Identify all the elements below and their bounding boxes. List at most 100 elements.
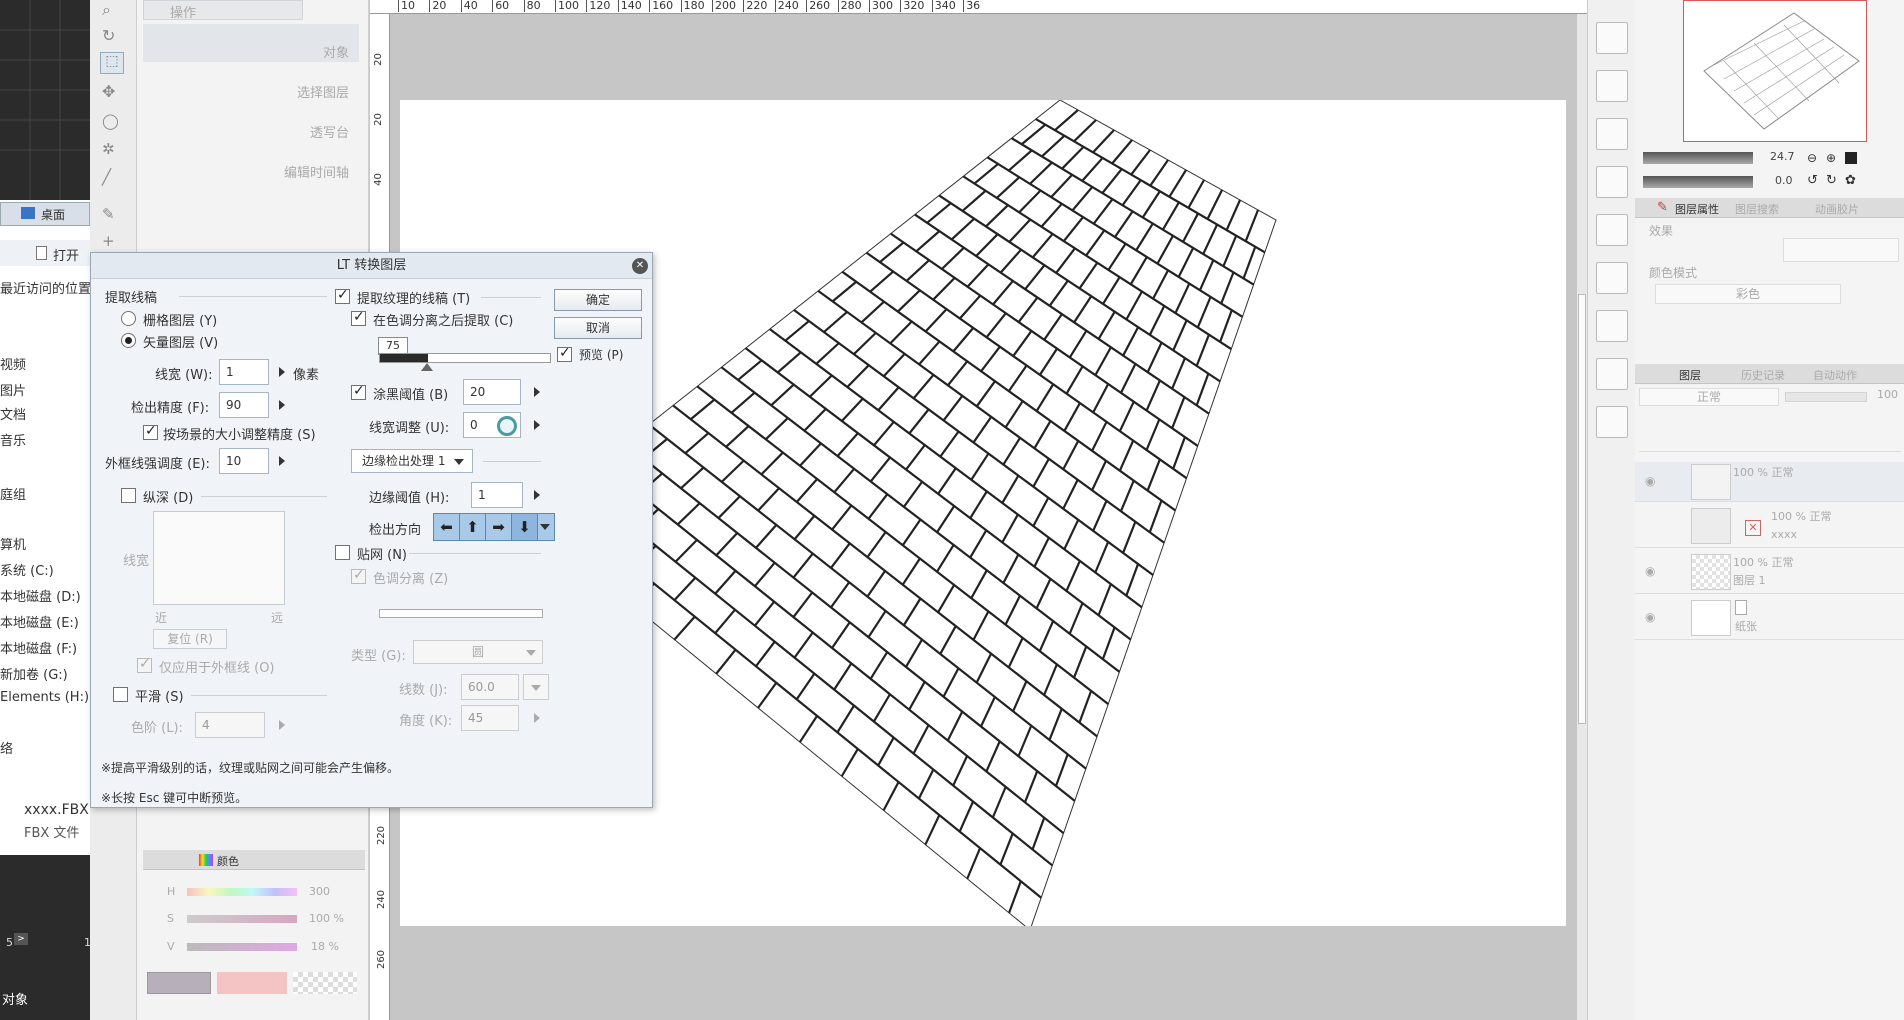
tab-animation-cels[interactable]: 动画胶片 [1815,201,1859,217]
threshold-slider[interactable] [379,353,551,363]
explorer-nav-item[interactable]: 本地磁盘 (F:) [0,638,77,657]
reset-rotate-icon[interactable]: ✿ [1845,173,1856,188]
reset-button[interactable]: 复位 (R) [153,629,227,649]
levels-spin-icon[interactable] [279,720,285,730]
lw-adjust-spin-icon[interactable] [534,420,540,430]
hue-slider[interactable] [187,888,297,896]
effect-buttons[interactable] [1783,238,1899,262]
after-posterize-checkbox[interactable] [351,309,366,326]
layer-row[interactable]: ◉ 100 % 正常 [1635,462,1904,502]
move-icon[interactable]: ✥ [102,82,124,102]
eyedropper-icon[interactable]: ╱ [102,168,124,188]
file-name[interactable]: xxxx.FBX [24,802,89,818]
explorer-nav-item[interactable]: 最近访问的位置 [0,278,90,297]
preview-checkbox[interactable] [557,345,572,362]
type-select[interactable]: 圆 [413,640,543,664]
tab-layer-search[interactable]: 图层搜索 [1735,201,1779,217]
cancel-button[interactable]: 取消 [554,317,642,339]
vector-radio[interactable] [121,333,136,348]
fit-icon[interactable] [1845,152,1857,164]
raster-radio[interactable] [121,311,136,326]
subtool-select-layer[interactable]: 选择图层 [143,64,359,102]
explorer-nav-item[interactable]: 视频 [0,354,26,373]
subtool-object[interactable]: 对象 [143,24,359,62]
navigator-icon[interactable] [1596,22,1628,54]
tab-history[interactable]: 历史记录 [1741,367,1785,383]
line-width-input[interactable]: 1 [219,359,269,385]
saturation-slider[interactable] [187,915,297,923]
navigator-preview[interactable] [1683,0,1867,142]
eye-icon[interactable]: ◉ [1645,610,1655,624]
line-width-spin-icon[interactable] [279,367,285,377]
material-icon[interactable] [1596,118,1628,150]
rotate-left-icon[interactable]: ↺ [1807,173,1818,188]
explorer-nav-item[interactable]: 算机 [0,534,26,553]
tab-layers[interactable]: 图层 [1679,367,1701,383]
lines-dropdown[interactable] [523,674,549,700]
layer-row[interactable]: ◉ 纸张 [1635,596,1904,640]
vertical-scrollbar[interactable] [1577,14,1587,1020]
outline-spin-icon[interactable] [279,456,285,466]
3d-icon[interactable] [1596,358,1628,390]
arrow-down-icon[interactable]: ⬇ [512,514,538,540]
texture-lines-checkbox[interactable] [335,287,350,304]
subtool-timeline[interactable]: 编辑时间轴 [143,144,359,182]
depth-checkbox[interactable] [121,488,136,503]
color-wheel-icon[interactable] [199,854,213,866]
rotate-slider[interactable] [1643,176,1753,188]
smooth-checkbox[interactable] [113,687,128,702]
explorer-nav-item[interactable]: 音乐 [0,430,26,449]
zoom-in-icon[interactable]: ⊕ [1826,151,1836,165]
open-button[interactable]: 打开 [0,240,90,266]
location-bar[interactable]: 桌面 [0,202,90,226]
black-threshold-spin-icon[interactable] [534,387,540,397]
black-threshold-checkbox[interactable] [351,383,366,400]
layer-toolbar[interactable] [1639,412,1901,452]
lw-adjust-dial-icon[interactable] [497,416,517,436]
rotate-right-icon[interactable]: ↻ [1826,173,1837,188]
image-material-icon[interactable] [1596,262,1628,294]
edge-threshold-spin-icon[interactable] [534,490,540,500]
history-icon[interactable] [1596,214,1628,246]
rotate-icon[interactable]: ↻ [102,26,124,46]
play-icon[interactable]: > [14,933,28,945]
arrow-right-icon[interactable]: ➡ [486,514,512,540]
arrow-left-icon[interactable]: ⬅ [434,514,460,540]
angle-spin-icon[interactable] [534,713,540,723]
explorer-nav-item[interactable]: 图片 [0,380,26,399]
layer-property-icon[interactable] [1596,166,1628,198]
explorer-nav-item[interactable]: 本地磁盘 (E:) [0,612,79,631]
eye-icon[interactable]: ◉ [1645,564,1655,578]
color-tab[interactable]: 颜色 [217,853,239,869]
explorer-nav-item[interactable]: 庭组 [0,484,26,503]
posterize-checkbox[interactable] [351,567,366,584]
zoom-out-icon[interactable]: ⊖ [1807,151,1817,165]
zoom-icon[interactable]: ⌕ [102,0,124,20]
threshold-slider-knob[interactable] [420,363,433,371]
explorer-nav-item[interactable]: 新加卷 (G:) [0,664,68,683]
precision-spin-icon[interactable] [279,400,285,410]
magic-wand-icon[interactable]: ✲ [102,140,124,160]
edge-process-select[interactable]: 边缘检出处理 1 [351,449,473,473]
pen-icon[interactable]: ✎ [102,205,124,225]
tone-checkbox[interactable] [335,545,350,560]
value-slider[interactable] [187,943,297,951]
explorer-nav-item[interactable]: 络 [0,738,13,757]
opacity-slider[interactable] [1785,392,1867,402]
ok-button[interactable]: 确定 [554,289,642,311]
add-icon[interactable]: + [102,232,124,252]
explorer-nav-item[interactable]: 本地磁盘 (D:) [0,586,81,605]
levels-input[interactable]: 4 [195,712,265,738]
lasso-icon[interactable]: ◯ [102,112,124,132]
lines-input[interactable]: 60.0 [461,674,519,700]
layer-row[interactable]: ◉ 100 % 正常 图层 1 [1635,550,1904,594]
eye-icon[interactable]: ◉ [1645,474,1655,488]
explorer-nav-item[interactable]: 系统 (C:) [0,560,54,579]
edit-icon[interactable] [1596,310,1628,342]
outline-input[interactable]: 10 [219,448,269,474]
color-mode-select[interactable]: 彩色 [1655,284,1841,304]
scroll-thumb[interactable] [1578,294,1586,724]
sub-color-swatch[interactable] [217,972,287,994]
close-icon[interactable]: ✕ [632,258,648,274]
edge-threshold-input[interactable]: 1 [471,482,523,508]
